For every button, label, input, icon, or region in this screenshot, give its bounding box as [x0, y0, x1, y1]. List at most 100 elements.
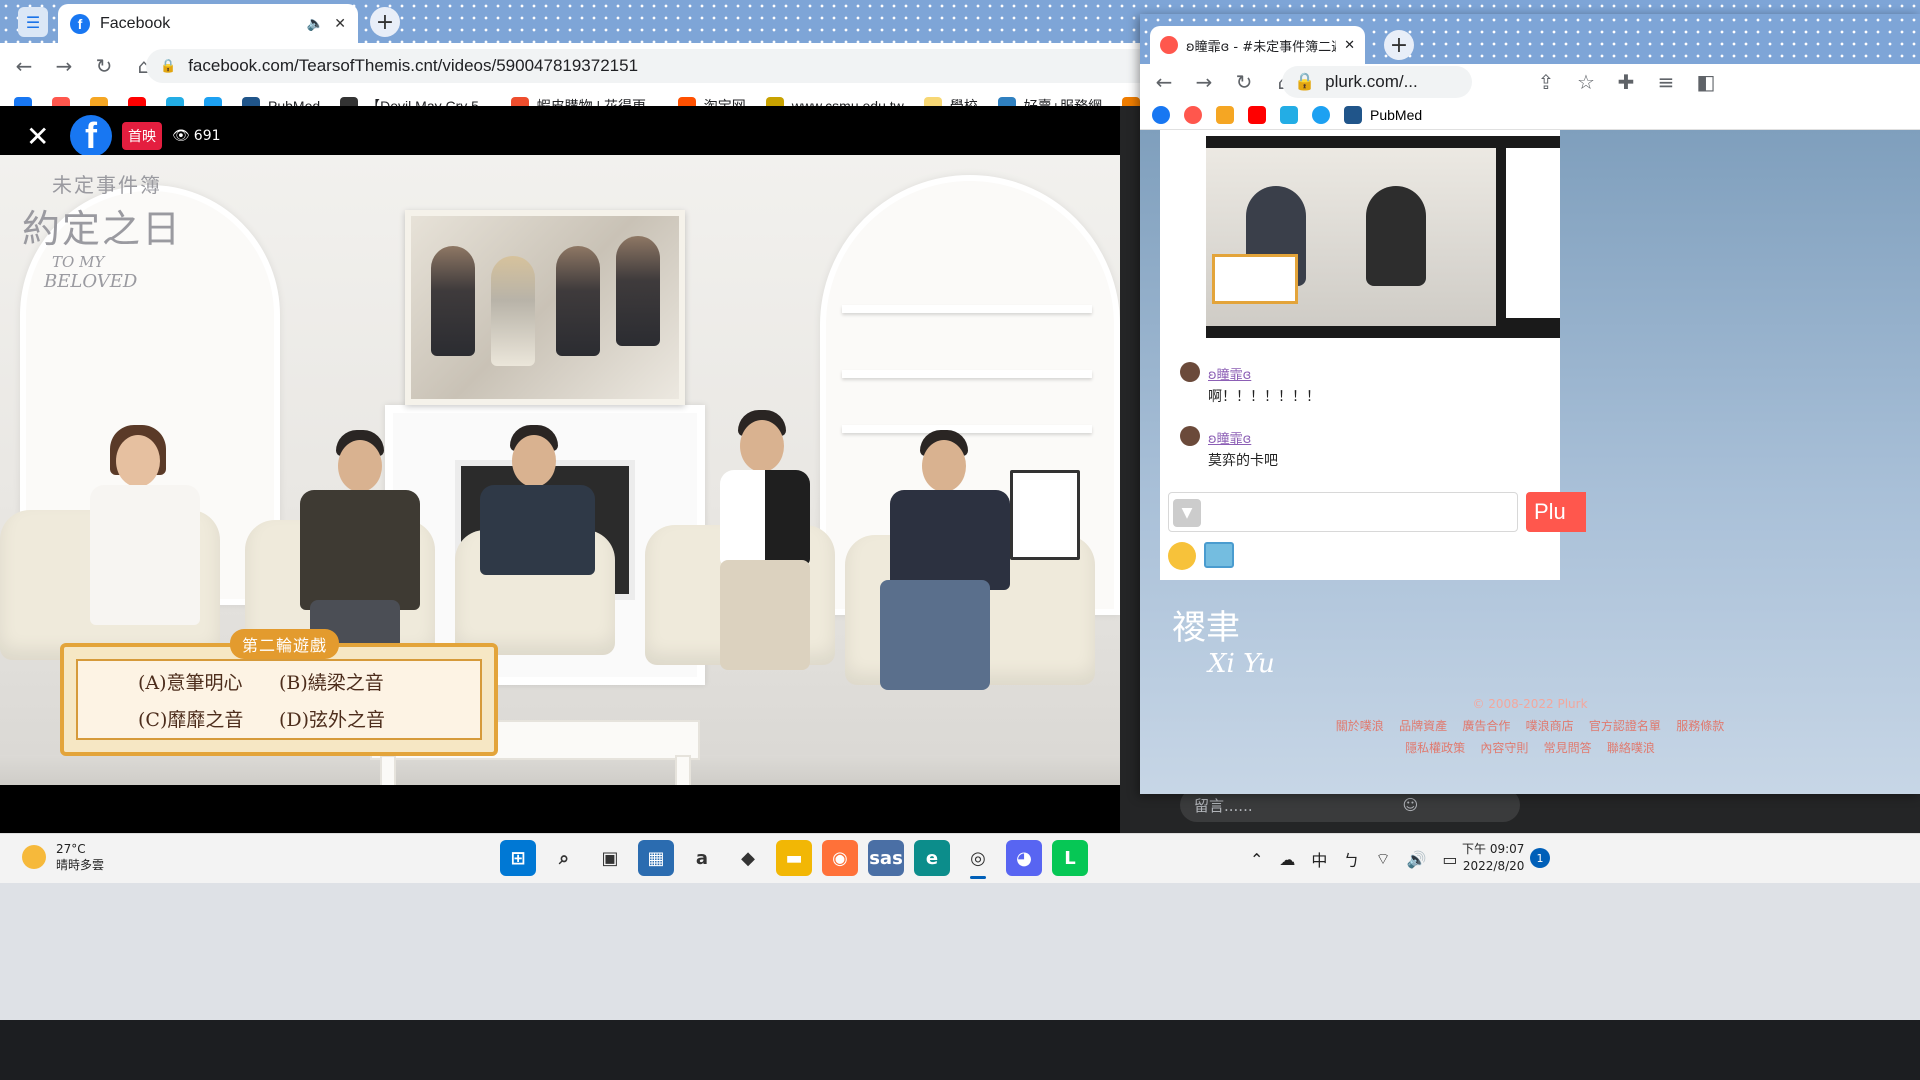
sas-icon[interactable]: sas: [868, 840, 904, 876]
message-text: 啊！！！！！！！: [1208, 389, 1320, 405]
reply-row: ▼ Plu: [1168, 492, 1586, 534]
image-upload-icon[interactable]: [1204, 542, 1234, 568]
poster-character: [556, 246, 600, 356]
facebook-icon[interactable]: [1152, 105, 1170, 124]
plurk-button[interactable]: Plu: [1526, 492, 1586, 532]
footer-link[interactable]: 常見問答: [1544, 741, 1592, 755]
shelf: [842, 370, 1092, 378]
dropbox-icon[interactable]: ◆: [730, 840, 766, 876]
footer-link[interactable]: 關於噗浪: [1336, 719, 1384, 733]
ime-indicator[interactable]: 中: [1311, 847, 1327, 871]
new-tab-button[interactable]: +: [1384, 30, 1414, 60]
search-icon[interactable]: ⌕: [546, 840, 582, 876]
bookmark-icon[interactable]: [1216, 105, 1234, 124]
shelf: [842, 425, 1092, 433]
bilibili-icon[interactable]: [1280, 105, 1298, 124]
weather-widget[interactable]: 27°C 晴時多雲: [22, 841, 104, 873]
star-icon[interactable]: ☆: [1570, 66, 1602, 98]
forward-icon[interactable]: →: [1188, 66, 1220, 98]
video-controls-area[interactable]: [0, 785, 1120, 833]
footer-link[interactable]: 內容守則: [1480, 741, 1528, 755]
avatar[interactable]: [1180, 362, 1200, 382]
quiz-option-b: (B)繞梁之音: [279, 671, 384, 694]
speaker-icon[interactable]: 🔈: [307, 15, 324, 32]
weather-moon-icon: [22, 845, 46, 869]
line-icon[interactable]: L: [1052, 840, 1088, 876]
extensions-icon[interactable]: ✚: [1610, 66, 1642, 98]
back-icon[interactable]: ←: [1148, 66, 1180, 98]
battery-icon[interactable]: ▭: [1442, 850, 1457, 869]
footer-link[interactable]: 官方認證名單: [1589, 719, 1661, 733]
youtube-icon[interactable]: [1248, 105, 1266, 124]
facebook-favicon-icon: f: [70, 13, 90, 34]
tab-title: Facebook: [100, 14, 171, 32]
reply-input[interactable]: ▼: [1168, 492, 1518, 532]
wifi-icon[interactable]: ⌔: [1375, 849, 1390, 869]
clock[interactable]: 下午 09:07 2022/8/20: [1462, 841, 1524, 875]
message-user[interactable]: ʚ瞳霏ɞ: [1208, 364, 1251, 383]
store-icon[interactable]: ▦: [638, 840, 674, 876]
task-view-icon[interactable]: ▣: [592, 840, 628, 876]
ime-mode-indicator[interactable]: ㄅ: [1343, 847, 1359, 871]
footer-link[interactable]: 廣告合作: [1462, 719, 1510, 733]
comment-placeholder: 留言......: [1194, 796, 1253, 815]
view-count: 👁 691: [172, 128, 221, 144]
footer-link[interactable]: 聯絡噗浪: [1607, 741, 1655, 755]
plurk-address-bar[interactable]: 🔒 plurk.com/...: [1282, 66, 1472, 98]
new-tab-button[interactable]: +: [370, 7, 400, 37]
eye-icon: 👁: [172, 128, 190, 144]
share-icon[interactable]: ⇪: [1530, 66, 1562, 98]
footer-link[interactable]: 服務條款: [1676, 719, 1724, 733]
tab-facebook[interactable]: f Facebook 🔈 ✕: [58, 4, 358, 43]
video-player[interactable]: 未定事件簿 約定之日 TO MY BELOVED 第二輪遊戲 (A)意筆明心 (…: [0, 155, 1120, 785]
close-video-icon[interactable]: ✕: [26, 120, 50, 153]
quiz-title: 第二輪遊戲: [230, 629, 340, 659]
reload-icon[interactable]: ↻: [88, 50, 120, 82]
attached-screenshot[interactable]: [1206, 136, 1560, 338]
poster-character: [491, 256, 535, 366]
tab-search-icon[interactable]: ☰: [18, 7, 48, 37]
bookmark-pubmed[interactable]: PubMed: [1344, 105, 1422, 124]
qualifier-dropdown-icon[interactable]: ▼: [1173, 499, 1201, 527]
discord-icon[interactable]: ◕: [1006, 840, 1042, 876]
twitter-icon[interactable]: [1312, 105, 1330, 124]
chrome-icon[interactable]: ◎: [960, 840, 996, 879]
back-icon[interactable]: ←: [8, 50, 40, 82]
footer-link[interactable]: 隱私權政策: [1405, 741, 1465, 755]
background-signature: 禝聿 Xi Yu: [1172, 600, 1275, 679]
message-user[interactable]: ʚ瞳霏ɞ: [1208, 428, 1251, 447]
tab-plurk[interactable]: ʚ瞳霏ɞ - #未定事件簿二週年 ✕: [1150, 26, 1365, 64]
volume-icon[interactable]: 🔊: [1406, 850, 1426, 869]
onedrive-icon[interactable]: ☁: [1279, 850, 1295, 869]
footer-link[interactable]: 噗浪商店: [1526, 719, 1574, 733]
logo-line3: TO MY: [52, 253, 105, 271]
amazon-icon[interactable]: a: [684, 840, 720, 876]
notification-badge[interactable]: 1: [1530, 848, 1550, 868]
address-url: facebook.com/TearsofThemis.cnt/videos/59…: [188, 56, 639, 75]
file-explorer-icon[interactable]: ▬: [776, 840, 812, 876]
edge-icon[interactable]: e: [914, 840, 950, 876]
quiz-option-d: (D)弦外之音: [279, 708, 386, 731]
avatar[interactable]: [1180, 426, 1200, 446]
plurk-favicon-icon: [1160, 36, 1178, 54]
reload-icon[interactable]: ↻: [1228, 66, 1260, 98]
plurk-icon[interactable]: [1184, 105, 1202, 124]
emoji-icon[interactable]: ☺: [1403, 796, 1419, 814]
lock-icon[interactable]: 🔒: [160, 58, 176, 74]
windows-taskbar: 27°C 晴時多雲 ⊞ ⌕ ▣ ▦ a ◆ ▬ ◉ sas e ◎ ◕ L ⌃ ☁ 中 ㄅ ⌔ 🔊 ▭ …: [0, 833, 1920, 883]
sidepanel-icon[interactable]: ◧: [1690, 66, 1722, 98]
tab-close-icon[interactable]: ✕: [334, 15, 346, 32]
media-icon[interactable]: ≡: [1650, 66, 1682, 98]
lock-icon[interactable]: 🔒: [1294, 72, 1315, 92]
plurk-browser-window: ʚ瞳霏ɞ - #未定事件簿二週年 ✕ + ← → ↻ ⌂ 🔒 plurk.com…: [1140, 14, 1920, 794]
footer-link[interactable]: 品牌資產: [1399, 719, 1447, 733]
facebook-logo-icon[interactable]: f: [70, 115, 112, 157]
firefox-icon[interactable]: ◉: [822, 840, 858, 876]
start-icon[interactable]: ⊞: [500, 840, 536, 876]
plurk-tab-title: ʚ瞳霏ɞ - #未定事件簿二週年: [1186, 39, 1336, 55]
chevron-up-icon[interactable]: ⌃: [1250, 850, 1263, 869]
logo-line4: BELOVED: [44, 271, 138, 292]
forward-icon[interactable]: →: [48, 50, 80, 82]
emoticon-icon[interactable]: [1168, 542, 1196, 570]
tab-close-icon[interactable]: ✕: [1344, 38, 1355, 53]
